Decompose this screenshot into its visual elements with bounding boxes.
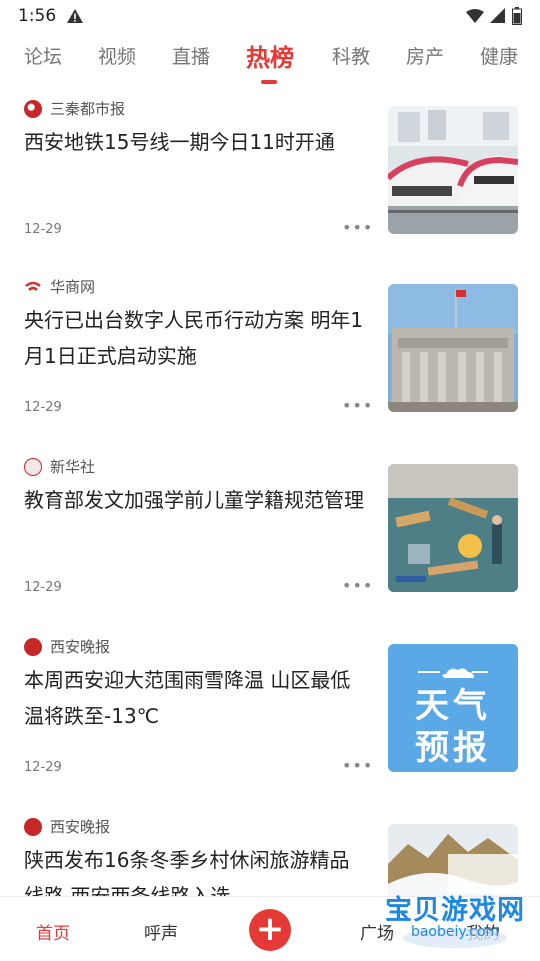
- active-tab-indicator: [261, 80, 277, 84]
- news-title[interactable]: 央行已出台数字人民币行动方案 明年1月1日正式启动实施: [24, 302, 364, 374]
- news-thumbnail-bank-building[interactable]: [388, 284, 518, 412]
- wifi-icon: [466, 8, 484, 28]
- more-options-icon[interactable]: •••: [342, 756, 373, 775]
- source-logo-icon: [24, 99, 42, 118]
- news-item[interactable]: 西安晚报 陕西发布16条冬季乡村休闲旅游精品线路 西安两条线路入选: [0, 808, 540, 896]
- category-tabs: 论坛 视频 直播 热榜 科教 房产 健康: [0, 34, 540, 86]
- nav-voice[interactable]: 呼声: [144, 919, 178, 944]
- tab-science-education[interactable]: 科教: [332, 42, 370, 69]
- status-time: 1:56: [18, 6, 57, 26]
- tab-hot-list[interactable]: 热榜: [246, 38, 294, 73]
- news-title[interactable]: 教育部发文加强学前儿童学籍规范管理: [24, 482, 364, 518]
- news-thumbnail-metro-train[interactable]: [388, 106, 518, 234]
- source-logo-icon: [24, 637, 42, 656]
- source-logo-icon: [24, 817, 42, 836]
- news-source: 三秦都市报: [24, 98, 125, 119]
- source-name: 华商网: [50, 278, 96, 296]
- source-logo-icon: [24, 277, 42, 296]
- news-item[interactable]: 西安晚报 本周西安迎大范围雨雪降温 山区最低温将跌至-13℃ 12-29 •••…: [0, 628, 540, 808]
- news-title[interactable]: 陕西发布16条冬季乡村休闲旅游精品线路 西安两条线路入选: [24, 842, 364, 896]
- tab-live[interactable]: 直播: [172, 42, 210, 69]
- more-options-icon[interactable]: •••: [342, 576, 373, 595]
- source-name: 三秦都市报: [50, 100, 126, 118]
- source-name: 西安晚报: [50, 638, 111, 656]
- warning-icon: [66, 8, 84, 28]
- news-source: 新华社: [24, 456, 95, 477]
- news-source: 华商网: [24, 276, 95, 297]
- news-date: 12-29: [24, 400, 62, 415]
- tab-real-estate[interactable]: 房产: [406, 42, 444, 69]
- news-thumbnail-weather-forecast[interactable]: 天气 预报: [388, 644, 518, 772]
- tab-health[interactable]: 健康: [480, 42, 518, 69]
- watermark-title: 宝贝游戏网: [385, 895, 525, 926]
- status-bar: 1:56: [0, 0, 540, 34]
- news-item[interactable]: 三秦都市报 西安地铁15号线一期今日11时开通 12-29 •••: [0, 90, 540, 270]
- source-logo-icon: [24, 457, 42, 476]
- nav-home[interactable]: 首页: [36, 919, 70, 944]
- news-date: 12-29: [24, 580, 62, 595]
- source-name: 西安晚报: [50, 818, 111, 836]
- news-thumbnail-kindergarten[interactable]: [388, 464, 518, 592]
- watermark-url: baobeiy.com: [410, 924, 500, 940]
- add-post-button[interactable]: +: [249, 909, 291, 951]
- more-options-icon[interactable]: •••: [342, 396, 373, 415]
- news-feed[interactable]: 三秦都市报 西安地铁15号线一期今日11时开通 12-29 ••• 华商网 央行…: [0, 90, 540, 896]
- news-date: 12-29: [24, 222, 62, 237]
- news-source: 西安晚报: [24, 816, 110, 837]
- tab-forum[interactable]: 论坛: [24, 42, 62, 69]
- news-source: 西安晚报: [24, 636, 110, 657]
- news-date: 12-29: [24, 760, 62, 775]
- source-name: 新华社: [50, 458, 96, 476]
- status-icons: [466, 7, 522, 29]
- weather-thumb-line-2: 预报: [415, 728, 491, 768]
- news-title[interactable]: 西安地铁15号线一期今日11时开通: [24, 124, 364, 160]
- tab-video[interactable]: 视频: [98, 42, 136, 69]
- battery-icon: [512, 7, 522, 29]
- signal-icon: [490, 8, 506, 28]
- more-options-icon[interactable]: •••: [342, 218, 373, 237]
- news-item[interactable]: 新华社 教育部发文加强学前儿童学籍规范管理 12-29 •••: [0, 448, 540, 628]
- news-item[interactable]: 华商网 央行已出台数字人民币行动方案 明年1月1日正式启动实施 12-29 ••…: [0, 268, 540, 448]
- watermark: 宝贝游戏网 baobeiy.com: [380, 886, 530, 950]
- news-title[interactable]: 本周西安迎大范围雨雪降温 山区最低温将跌至-13℃: [24, 662, 364, 734]
